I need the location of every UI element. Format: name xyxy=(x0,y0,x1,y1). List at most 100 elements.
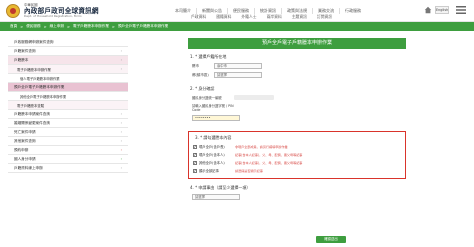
sidebar-item[interactable]: 其他全戶電子戶籍謄本申辦作業 xyxy=(8,92,128,101)
sidebar-item-label: 電子戶籍謄本查驗 xyxy=(17,103,45,108)
sidebar-item-label: 死亡案件申請 xyxy=(14,129,36,134)
sidebar-item-label: 婚姻關係變更案件查詢 xyxy=(14,120,50,125)
field-row: 國民身分證統一編號 xyxy=(192,95,406,100)
site-header: 中華民國 內政部戶政司全球資訊網 Dept. of Household Regi… xyxy=(0,0,474,22)
chevron-right-icon: › xyxy=(120,58,122,62)
district-select[interactable]: 請選擇 xyxy=(214,72,262,78)
sidebar-item[interactable]: 電子戶籍謄本查驗 xyxy=(8,101,128,110)
section-title-content: 3. * 請勾選謄本內容 xyxy=(195,135,232,140)
sub-nav-item[interactable]: 戶政資料 xyxy=(186,14,211,20)
sidebar-item[interactable]: 戶籍謄本申請案件查詢 › xyxy=(8,110,128,119)
option-label: 現戶全戶(含本人) xyxy=(199,153,225,157)
sub-nav-item[interactable]: 兩岸資料 xyxy=(262,14,287,20)
pin-code-field[interactable]: •••••••• xyxy=(192,115,240,121)
sidebar-item-label: 戶籍謄本申請案件查詢 xyxy=(14,111,50,116)
sidebar-item-label: 戶政服務網申辦案件查詢 xyxy=(14,39,54,44)
sidebar-item-label: 個人電子戶籍謄本申辦作業 xyxy=(20,76,60,81)
home-icon[interactable] xyxy=(424,6,432,14)
sidebar-item-active[interactable]: 預戶全戶電子戶籍謄本申辦作業 xyxy=(8,83,128,92)
option-label: 現戶全戶(含戶長) xyxy=(199,145,225,149)
sidebar-item-label: 電子戶籍謄本申辦作業 xyxy=(17,67,51,72)
chevron-right-icon: › xyxy=(120,166,122,170)
sidebar-item[interactable]: 死亡案件申請 › xyxy=(8,128,128,137)
option-note: 記事(含本人記事)，父、母、配偶、養父母等記事 xyxy=(235,161,303,165)
chevron-right-icon: › xyxy=(120,139,122,143)
field-row: •••••••• xyxy=(192,115,406,121)
sub-nav-item[interactable]: 主題資訊 xyxy=(287,14,312,20)
field-label: 國民身分證統一編號 xyxy=(192,96,222,100)
breadcrumb-item[interactable]: 便民服務 xyxy=(26,24,40,29)
sidebar-item[interactable]: 戶籍資料線上申辦 › xyxy=(8,164,128,173)
field-label: 請輸入國民身分證字號 / PIN Code xyxy=(192,104,234,112)
language-button[interactable]: English xyxy=(435,6,449,14)
page-title: 預戶全戶電子戶籍謄本申辦作業 xyxy=(188,38,406,49)
sidebar-item-label: 國人身分申請 xyxy=(14,156,36,161)
field-label: 縣市 xyxy=(192,63,199,68)
reason-section: 4. * 申請事由（請至少選擇一項） 請選擇 xyxy=(188,185,406,200)
chevron-right-icon: › xyxy=(120,130,122,134)
site-logo[interactable]: 中華民國 內政部戶政司全球資訊網 Dept. of Household Regi… xyxy=(6,3,99,19)
sidebar-item[interactable]: 個人電子戶籍謄本申辦作業 xyxy=(8,74,128,83)
sidebar-item[interactable]: 婚姻關係變更案件查詢 › xyxy=(8,119,128,128)
main-form: 預戶全戶電子戶籍謄本申辦作業 1. * 選擇戶籍所在地 縣市 臺中市 鄉(鎮市區… xyxy=(188,38,406,200)
chevron-right-icon: › xyxy=(120,157,122,161)
option-checkbox[interactable] xyxy=(193,160,197,165)
sidebar-item-label: 預戶全戶電子戶籍謄本申辦作業 xyxy=(14,84,65,89)
sidebar-item[interactable]: 其他案件查詢 › xyxy=(8,137,128,146)
chevron-right-icon: › xyxy=(120,112,122,116)
option-checkbox[interactable] xyxy=(193,144,197,149)
reason-select[interactable]: 請選擇 xyxy=(192,194,240,200)
logo-sub-text: Dept. of Household Registration, M.O.I. xyxy=(24,13,83,18)
chevron-right-icon: › xyxy=(120,67,122,71)
chevron-right-icon: › xyxy=(120,121,122,125)
option-checkbox[interactable] xyxy=(193,152,197,157)
sub-nav-item[interactable]: 外籍人士 xyxy=(236,14,261,20)
sidebar-item[interactable]: 戶政服務網申辦案件查詢 xyxy=(8,38,128,47)
chevron-right-icon: › xyxy=(120,148,122,152)
breadcrumb-separator: > xyxy=(111,24,115,29)
submit-button[interactable]: 確認送出 xyxy=(316,236,346,243)
content-options-box: 3. * 請勾選謄本內容 現戶全戶(含戶長) 非現戶全部成員，請另行補填申辦作業… xyxy=(188,131,406,179)
sidebar-item[interactable]: 戶籍案件查詢 › xyxy=(8,47,128,56)
breadcrumb-current: 預戶全戶電子戶籍謄本申辦作業 xyxy=(117,24,169,28)
breadcrumb-separator: > xyxy=(66,24,70,29)
option-checkbox[interactable] xyxy=(193,168,197,173)
menu-icon[interactable] xyxy=(455,5,467,15)
county-select[interactable]: 臺中市 xyxy=(214,63,262,69)
breadcrumb-item[interactable]: 電子戶籍謄本申辦作業 xyxy=(73,24,109,29)
sidebar-item-label: 預約申辦 xyxy=(14,147,29,152)
sidebar-item-label: 戶籍案件查詢 xyxy=(14,48,36,53)
option-row: 其他全戶(含本人) 記事(含本人記事)，父、母、配偶、養父母等記事 xyxy=(193,160,401,165)
breadcrumb-item[interactable]: 首頁 xyxy=(10,24,17,29)
sub-nav-item[interactable]: 訂閱資訊 xyxy=(312,14,337,20)
sub-nav: 戶政資料 國籍資料 外籍人士 兩岸資料 主題資訊 訂閱資訊 xyxy=(186,14,337,20)
breadcrumb-separator: > xyxy=(43,24,47,29)
section-title-reason: 4. * 申請事由（請至少選擇一項） xyxy=(190,185,251,190)
sidebar-item-label: 其他全戶電子戶籍謄本申辦作業 xyxy=(20,94,67,99)
id-number-field[interactable] xyxy=(234,95,274,100)
sidebar-item[interactable]: 電子戶籍謄本申辦作業 › xyxy=(8,65,128,74)
option-label: 顯示全部記事 xyxy=(199,169,219,173)
top-nav-item[interactable]: 行政服務 xyxy=(339,8,366,14)
sidebar-item[interactable]: 預約申辦 › xyxy=(8,146,128,155)
sidebar-item-label: 戶籍資料線上申辦 xyxy=(14,165,43,170)
sidebar-item[interactable]: 國人身分申請 › xyxy=(8,155,128,164)
option-label: 其他全戶(含本人) xyxy=(199,161,225,165)
breadcrumb-separator: > xyxy=(20,24,24,29)
breadcrumb-item[interactable]: 線上申辦 xyxy=(50,24,64,29)
option-row: 現戶全戶(含本人) 記事(含本人記事)，父、母、配偶、養父母等記事 xyxy=(193,152,401,157)
field-label: 鄉(鎮市區) xyxy=(192,72,209,77)
section-title-location: 1. * 選擇戶籍所在地 xyxy=(190,54,227,59)
field-row: 請輸入國民身分證字號 / PIN Code xyxy=(192,103,406,112)
option-row: 顯示全部記事 請選擇是否顯示記事 xyxy=(193,168,401,173)
option-note: 請選擇是否顯示記事 xyxy=(235,169,263,173)
seal-icon xyxy=(6,4,20,18)
sidebar-item[interactable]: 戶籍謄本 › xyxy=(8,56,128,65)
sidebar-item-label: 其他案件查詢 xyxy=(14,138,36,143)
option-row: 現戶全戶(含戶長) 非現戶全部成員，請另行補填申辦作業 xyxy=(193,144,401,149)
section-title-identity: 2. * 身分確認 xyxy=(190,86,215,91)
field-row: 縣市 臺中市 xyxy=(192,63,406,69)
option-note: 記事(含本人記事)，父、母、配偶、養父母等記事 xyxy=(235,153,303,157)
field-row: 鄉(鎮市區) 請選擇 xyxy=(192,72,406,78)
sub-nav-item[interactable]: 國籍資料 xyxy=(211,14,236,20)
